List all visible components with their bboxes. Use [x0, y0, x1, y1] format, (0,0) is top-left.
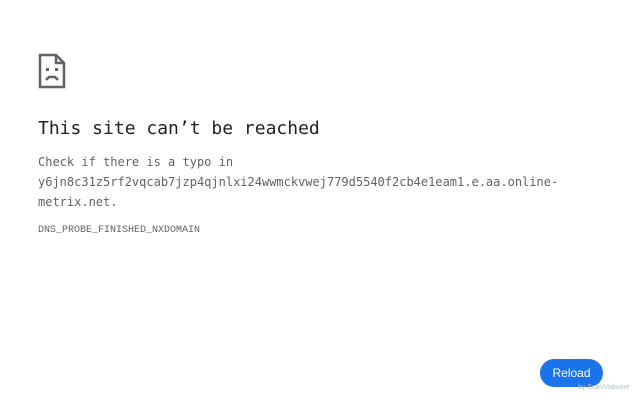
- error-message-prefix: Check if there is a typo in: [38, 155, 234, 169]
- error-domain: y6jn8c31z5rf2vqcab7jzp4qjnlxi24wwmckvwej…: [38, 175, 559, 209]
- error-code: DNS_PROBE_FINISHED_NXDOMAIN: [38, 225, 201, 236]
- watermark: by ScanMalware: [578, 384, 630, 391]
- sad-page-icon: [38, 53, 66, 89]
- error-message: Check if there is a typo in y6jn8c31z5rf…: [38, 152, 598, 212]
- error-page: This site can’t be reached Check if ther…: [0, 0, 640, 404]
- error-title: This site can’t be reached: [38, 118, 320, 139]
- reload-button[interactable]: Reload: [540, 359, 603, 387]
